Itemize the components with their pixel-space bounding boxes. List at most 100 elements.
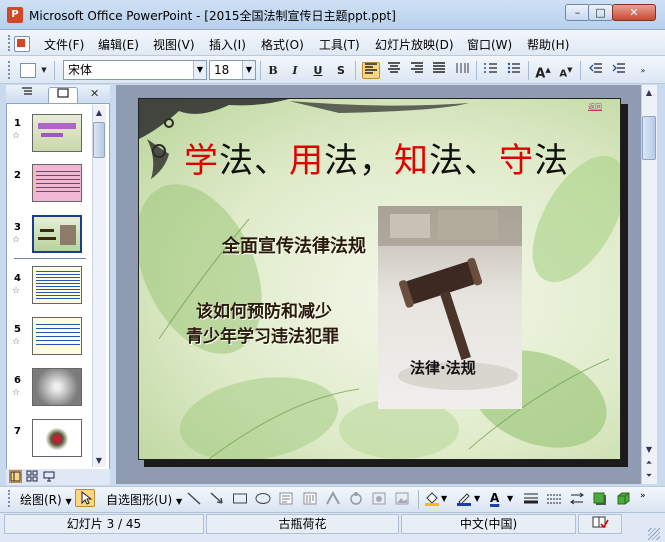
return-link[interactable]: 返回 xyxy=(588,102,602,112)
menu-format[interactable]: 格式(O) xyxy=(261,36,304,53)
menu-edit[interactable]: 编辑(E) xyxy=(98,36,139,53)
minimize-button[interactable]: – xyxy=(565,4,590,21)
toolbar-overflow-chevron-icon[interactable]: » xyxy=(640,491,646,501)
font-color-icon[interactable]: A xyxy=(490,491,499,505)
design-template-status[interactable]: 古瓶荷花 xyxy=(206,514,399,534)
slide-subtitle-2[interactable]: 该如何预防和减少 xyxy=(196,302,332,322)
line-tool-icon[interactable] xyxy=(186,491,202,506)
increase-indent-button[interactable] xyxy=(610,62,628,79)
separator xyxy=(260,61,261,80)
bullets-button[interactable] xyxy=(505,62,523,79)
italic-button[interactable]: I xyxy=(286,62,304,79)
slide-thumbnail-1[interactable] xyxy=(32,114,82,152)
arrow-style-icon[interactable] xyxy=(569,491,585,506)
scrollbar-thumb[interactable] xyxy=(93,122,105,158)
scrollbar-thumb[interactable] xyxy=(642,116,656,160)
shadow-style-icon[interactable] xyxy=(592,491,608,506)
spelling-status[interactable] xyxy=(578,514,622,534)
slide-thumbnail-5[interactable] xyxy=(32,317,82,355)
menu-help[interactable]: 帮助(H) xyxy=(527,36,569,53)
thumb-banner xyxy=(41,133,63,137)
thumb-text-lines xyxy=(36,271,80,299)
slide-thumbnail-6[interactable] xyxy=(32,368,82,406)
clipart-icon[interactable] xyxy=(371,491,387,506)
chevron-down-icon[interactable]: ▼ xyxy=(242,61,255,79)
chevron-down-icon[interactable]: ▼ xyxy=(193,61,206,79)
vertical-textbox-icon[interactable] xyxy=(302,491,318,506)
slide-thumbnail-4[interactable] xyxy=(32,266,82,304)
diagram-icon[interactable] xyxy=(348,491,364,506)
numbered-list-icon xyxy=(484,63,497,73)
thumb-banner xyxy=(38,123,76,129)
resize-grip-icon[interactable] xyxy=(648,528,660,540)
menu-file[interactable]: 文件(F) xyxy=(44,36,84,53)
3d-style-icon[interactable] xyxy=(615,491,631,506)
grow-font-button[interactable]: A▲ xyxy=(534,62,552,81)
tab-slides[interactable] xyxy=(48,87,78,103)
menu-slideshow[interactable]: 幻灯片放映(D) xyxy=(375,36,454,53)
font-name-combo[interactable]: 宋体 ▼ xyxy=(63,60,207,80)
rectangle-tool-icon[interactable] xyxy=(232,491,248,506)
powerpoint-icon[interactable]: P xyxy=(7,7,23,23)
arrow-tool-icon[interactable] xyxy=(209,491,225,506)
line-style-icon[interactable] xyxy=(523,491,539,506)
line-color-icon[interactable] xyxy=(456,491,472,506)
bold-button[interactable]: B xyxy=(264,62,282,79)
scroll-down-icon[interactable]: ▼ xyxy=(93,454,105,467)
new-document-icon[interactable] xyxy=(20,63,36,78)
slide-title[interactable]: 学法、用法，知法、守法 xyxy=(184,133,569,182)
chevron-down-icon[interactable]: ▼ xyxy=(441,494,447,503)
textbox-tool-icon[interactable] xyxy=(278,491,294,506)
maximize-button[interactable]: □ xyxy=(588,4,613,21)
shadow-button[interactable]: S xyxy=(332,62,350,79)
close-button[interactable]: ✕ xyxy=(612,4,656,21)
thumbnail-scrollbar[interactable] xyxy=(92,105,106,467)
next-slide-icon[interactable]: ⏷ xyxy=(642,469,656,482)
slide-sorter-view-icon[interactable] xyxy=(26,470,39,483)
decrease-indent-button[interactable] xyxy=(587,62,605,79)
menu-insert[interactable]: 插入(I) xyxy=(209,36,246,53)
select-objects-button[interactable] xyxy=(75,489,95,507)
menu-tools[interactable]: 工具(T) xyxy=(319,36,360,53)
justify-button[interactable] xyxy=(430,62,448,79)
toolbar-overflow-chevron-icon[interactable]: » xyxy=(636,62,650,79)
toolbar-options-chevron-icon[interactable]: ▼ xyxy=(39,62,49,79)
scroll-up-icon[interactable]: ▲ xyxy=(642,86,656,99)
slide-subtitle-1[interactable]: 全面宣传法律法规 xyxy=(222,232,366,258)
scroll-down-icon[interactable]: ▼ xyxy=(642,443,656,456)
distribute-button[interactable] xyxy=(453,62,471,79)
distributed-icon xyxy=(456,63,469,73)
chevron-down-icon[interactable]: ▼ xyxy=(474,494,480,503)
dash-style-icon[interactable] xyxy=(546,491,562,506)
align-left-button[interactable] xyxy=(362,62,380,79)
draw-menu-button[interactable]: 绘图(R) ▼ xyxy=(20,491,72,508)
wordart-icon[interactable] xyxy=(325,490,341,506)
chevron-down-icon[interactable]: ▼ xyxy=(507,494,513,503)
shrink-font-button[interactable]: A▼ xyxy=(557,62,575,79)
normal-view-icon[interactable] xyxy=(9,470,22,483)
tab-outline[interactable] xyxy=(12,87,42,103)
align-center-button[interactable] xyxy=(385,62,403,79)
oval-tool-icon[interactable] xyxy=(255,491,271,506)
slide-thumbnail-2[interactable] xyxy=(32,164,82,202)
align-right-button[interactable] xyxy=(408,62,426,79)
menu-window[interactable]: 窗口(W) xyxy=(467,36,512,53)
document-icon[interactable] xyxy=(14,36,30,52)
font-size-combo[interactable]: 18 ▼ xyxy=(209,60,256,80)
gavel-picture[interactable] xyxy=(378,206,522,409)
numbering-button[interactable] xyxy=(482,62,500,79)
menu-view[interactable]: 视图(V) xyxy=(153,36,195,53)
picture-icon[interactable] xyxy=(394,491,410,506)
slide-thumbnail-7[interactable] xyxy=(32,419,82,457)
previous-slide-icon[interactable]: ⏶ xyxy=(642,456,656,469)
autoshapes-menu-button[interactable]: 自选图形(U) ▼ xyxy=(106,491,182,508)
scroll-up-icon[interactable]: ▲ xyxy=(93,106,105,119)
underline-button[interactable]: U xyxy=(309,62,327,79)
slideshow-view-icon[interactable] xyxy=(43,470,56,483)
image-caption[interactable]: 法律·法规 xyxy=(410,357,476,378)
pane-close-icon[interactable]: ✕ xyxy=(90,87,99,100)
slide-subtitle-3[interactable]: 青少年学习违法犯罪 xyxy=(186,322,339,347)
animation-star-icon: ☆ xyxy=(12,337,21,347)
slide-thumbnail-3-selected[interactable] xyxy=(32,215,82,253)
fill-color-icon[interactable] xyxy=(424,491,440,506)
